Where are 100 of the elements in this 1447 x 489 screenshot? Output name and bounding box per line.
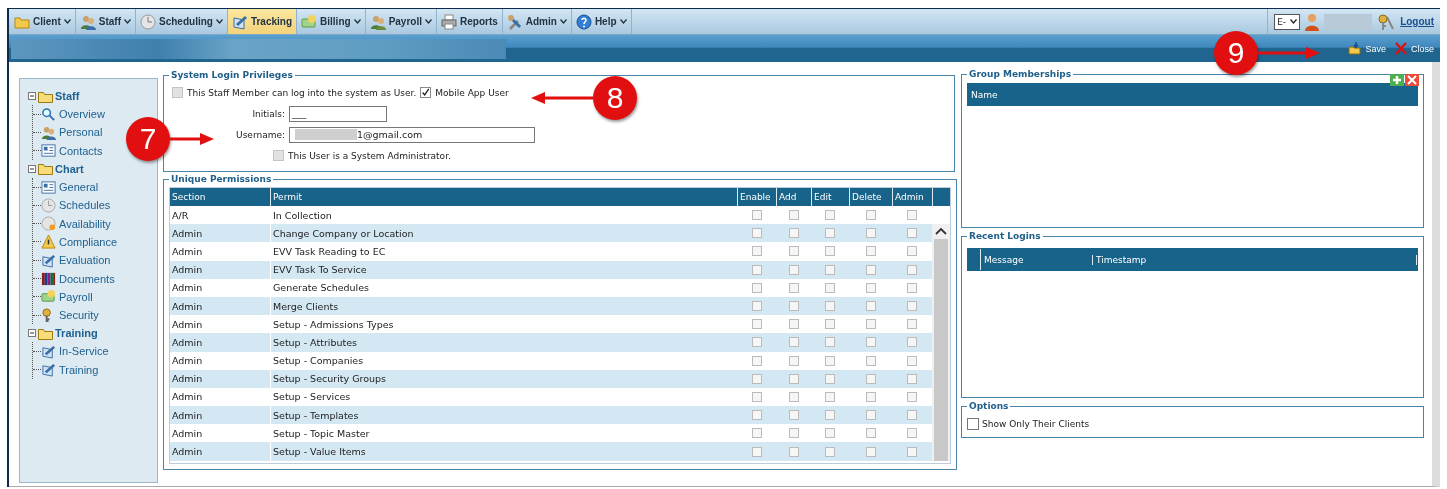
sidebar-item[interactable]: Documents [59,272,115,285]
checkbox[interactable] [788,337,799,348]
checkbox[interactable] [751,410,762,421]
menu-item[interactable]: Help [571,9,632,34]
checkbox[interactable] [751,428,762,439]
checkbox[interactable] [788,373,799,384]
checkbox[interactable] [788,446,799,457]
menu-item[interactable]: Scheduling [136,9,228,34]
checkbox[interactable] [751,373,762,384]
checkbox[interactable] [788,319,799,330]
checkbox[interactable] [825,246,835,257]
checkbox[interactable] [825,337,835,348]
checkbox[interactable] [825,301,835,312]
checkbox[interactable] [825,373,835,384]
checkbox[interactable] [825,210,835,221]
checkbox[interactable] [788,282,799,293]
checkbox[interactable] [751,282,762,293]
checkbox[interactable] [907,355,917,366]
checkbox[interactable] [865,446,876,457]
checkbox[interactable] [788,264,799,275]
username-field[interactable]: 1@gmail.com [289,126,535,143]
sidebar-item[interactable]: Compliance [59,235,118,248]
checkbox[interactable] [907,210,917,221]
checkbox[interactable] [865,410,876,421]
checkbox[interactable] [907,373,917,384]
checkbox[interactable] [825,228,835,239]
delete-icon[interactable] [1405,74,1419,86]
checkbox[interactable] [825,410,835,421]
checkbox[interactable] [865,337,876,348]
checkbox[interactable] [865,355,876,366]
collapse-icon[interactable] [28,329,36,338]
checkbox[interactable] [967,418,979,430]
menu-item[interactable]: Staff [75,9,136,34]
sidebar-item[interactable]: General [59,181,99,194]
checkbox[interactable] [907,410,917,421]
checkbox[interactable] [751,355,762,366]
checkbox[interactable] [907,246,917,257]
checkbox[interactable] [907,337,917,348]
checkbox[interactable] [751,337,762,348]
checkbox[interactable] [420,87,432,98]
menu-item[interactable]: Admin [502,9,572,34]
checkbox[interactable] [865,210,876,221]
checkbox[interactable] [825,391,835,402]
checkbox[interactable] [865,319,876,330]
collapse-icon[interactable] [28,164,36,173]
checkbox[interactable] [865,428,876,439]
checkbox[interactable] [865,391,876,402]
checkbox[interactable] [907,228,917,239]
checkbox[interactable] [788,301,799,312]
collapse-icon[interactable] [28,92,36,100]
sidebar-item[interactable]: Schedules [59,199,111,212]
checkbox[interactable] [825,282,835,293]
checkbox[interactable] [907,391,917,402]
add-icon[interactable] [1390,74,1404,86]
sidebar-group[interactable]: Chart [55,162,84,175]
checkbox[interactable] [751,264,762,275]
checkbox[interactable] [825,428,835,439]
sidebar-group[interactable]: Training [55,327,98,340]
scroll-thumb[interactable] [934,239,948,461]
sidebar-item[interactable]: Payroll [59,290,93,303]
close-button[interactable]: Close [1394,42,1434,55]
checkbox[interactable] [788,228,799,239]
language-select[interactable]: E- [1274,13,1301,30]
checkbox[interactable] [825,355,835,366]
checkbox[interactable] [788,246,799,257]
sidebar-item[interactable]: Training [59,363,99,376]
checkbox[interactable] [907,319,917,330]
checkbox[interactable] [751,246,762,257]
checkbox[interactable] [825,446,835,457]
menu-item[interactable]: Tracking [227,9,298,34]
sidebar-group[interactable]: Staff [55,90,80,102]
sidebar-item[interactable]: Security [59,309,99,322]
initials-field[interactable]: ___ [289,105,387,122]
menu-item[interactable]: Payroll [365,9,437,34]
save-button[interactable]: Save [1348,42,1386,55]
checkbox[interactable] [788,355,799,366]
checkbox[interactable] [865,228,876,239]
checkbox[interactable] [907,446,917,457]
menu-item[interactable]: Reports [437,9,503,34]
checkbox[interactable] [788,428,799,439]
sidebar-item[interactable]: Personal [59,126,103,139]
checkbox[interactable] [907,282,917,293]
scroll-up-icon[interactable] [935,227,947,236]
menu-item[interactable]: Client [10,9,76,34]
sidebar-item[interactable]: Evaluation [59,254,111,267]
checkbox[interactable] [751,210,762,221]
checkbox[interactable] [865,282,876,293]
checkbox[interactable] [825,319,835,330]
checkbox[interactable] [865,301,876,312]
checkbox[interactable] [907,428,917,439]
checkbox[interactable] [751,391,762,402]
checkbox[interactable] [907,301,917,312]
checkbox[interactable] [751,301,762,312]
checkbox[interactable] [788,410,799,421]
checkbox[interactable] [907,264,917,275]
checkbox[interactable] [865,373,876,384]
checkbox[interactable] [788,210,799,221]
checkbox[interactable] [751,446,762,457]
menu-item[interactable]: Billing [297,9,366,34]
checkbox[interactable] [788,391,799,402]
